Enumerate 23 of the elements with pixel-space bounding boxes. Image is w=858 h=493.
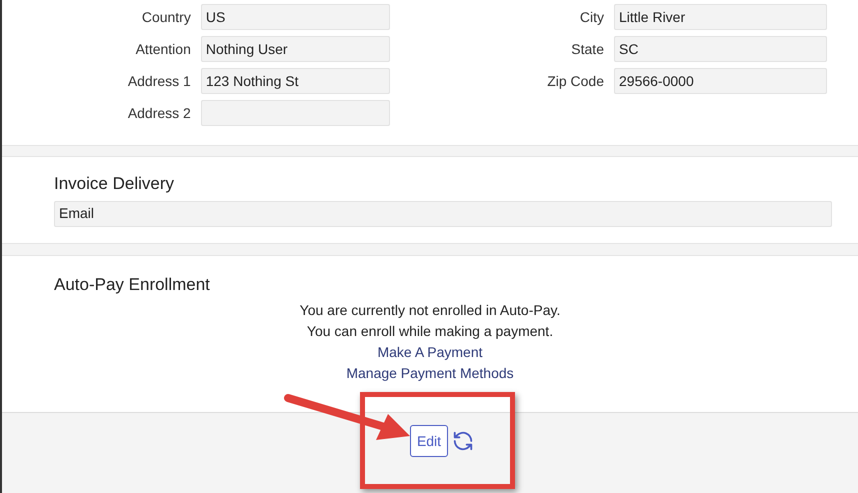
link[interactable]: Make A Payment: [377, 342, 483, 362]
field-label: Address 2: [126, 104, 191, 122]
input-field[interactable]: Little River: [614, 4, 827, 30]
input-field[interactable]: US: [200, 4, 390, 30]
field-label: Country: [140, 8, 191, 27]
input-field[interactable]: 29566-0000: [614, 68, 827, 94]
field-label: City: [578, 8, 604, 27]
input-field[interactable]: Nothing User: [200, 36, 390, 62]
input-field[interactable]: Email: [54, 200, 832, 226]
section-title: Invoice Delivery: [54, 173, 175, 195]
link[interactable]: Manage Payment Methods: [346, 362, 514, 384]
input-field[interactable]: [200, 100, 390, 126]
field-label: Address 1: [126, 72, 191, 90]
field-label: Attention: [134, 40, 191, 58]
field-label: Zip Code: [546, 72, 604, 91]
section-title: Auto-Pay Enrollment: [54, 274, 211, 296]
input-field[interactable]: 123 Nothing St: [200, 68, 390, 94]
info-text: You are currently not enrolled in Auto-Pay.: [300, 300, 560, 320]
refresh-icon[interactable]: [452, 430, 474, 452]
info-text: You can enroll while making a payment.: [306, 322, 554, 341]
input-field[interactable]: SC: [614, 36, 827, 62]
field-label: State: [570, 40, 604, 58]
edit-button[interactable]: Edit: [410, 425, 448, 457]
